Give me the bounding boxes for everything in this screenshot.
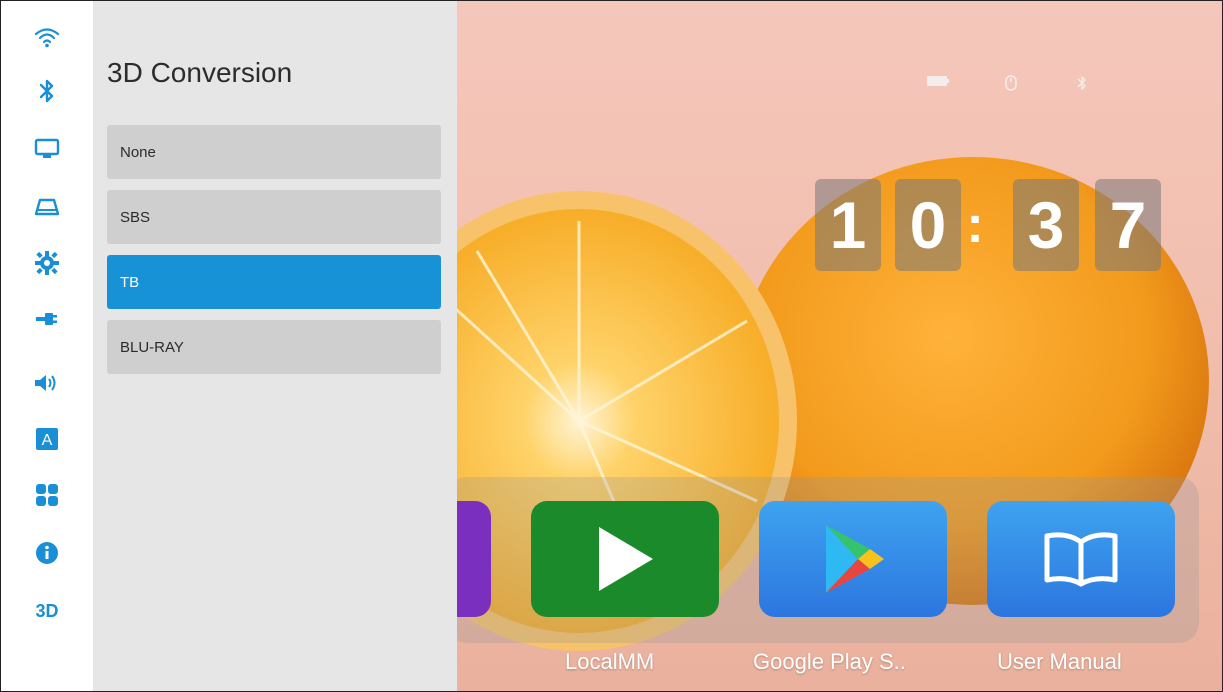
info-icon[interactable] <box>29 535 65 571</box>
option-sbs[interactable]: SBS <box>107 190 441 244</box>
battery-icon <box>927 75 949 87</box>
settings-gear-icon[interactable] <box>29 245 65 281</box>
app-tile-user-manual[interactable] <box>987 501 1175 617</box>
google-play-icon <box>826 525 884 593</box>
clock-minute-tens: 3 <box>1013 179 1079 271</box>
apps-grid-icon[interactable] <box>29 477 65 513</box>
app-label-user-manual: User Manual <box>997 649 1122 674</box>
play-icon <box>599 527 653 591</box>
bluetooth-icon[interactable] <box>29 73 65 109</box>
3d-icon[interactable]: 3D <box>29 593 65 629</box>
language-icon[interactable]: A <box>29 421 65 457</box>
input-source-icon[interactable] <box>29 301 65 337</box>
3d-conversion-panel: 3D Conversion None SBS TB BLU-RAY <box>93 1 457 691</box>
settings-sidebar: A 3D <box>1 1 93 691</box>
launcher-background: 1 0 : 3 7 LocalMM Google Play S.. User M… <box>457 1 1222 691</box>
book-icon <box>1044 532 1118 587</box>
panel-title: 3D Conversion <box>107 57 293 88</box>
speaker-icon[interactable] <box>29 365 65 401</box>
option-tb[interactable]: TB <box>107 255 441 309</box>
app-label-google-play: Google Play S.. <box>753 649 906 674</box>
app-tile-localmm[interactable] <box>531 501 719 617</box>
app-tile-partial[interactable] <box>457 501 491 617</box>
clock-separator: : <box>966 196 984 254</box>
wifi-icon[interactable] <box>29 19 65 55</box>
screen: A 3D 3D Conversion None SBS TB BLU-RAY 1… <box>0 0 1223 692</box>
option-blu-ray[interactable]: BLU-RAY <box>107 320 441 374</box>
clock-hour-tens: 1 <box>815 179 881 271</box>
bluetooth-status-icon <box>1077 75 1087 91</box>
display-icon[interactable] <box>29 131 65 167</box>
clock-minute-ones: 7 <box>1095 179 1161 271</box>
app-tile-google-play[interactable] <box>759 501 947 617</box>
app-label-localmm: LocalMM <box>565 649 655 674</box>
language-letter: A <box>42 432 53 449</box>
mouse-icon <box>1005 75 1017 91</box>
option-none[interactable]: None <box>107 125 441 179</box>
clock-hour-ones: 0 <box>895 179 961 271</box>
projection-icon[interactable] <box>29 189 65 225</box>
